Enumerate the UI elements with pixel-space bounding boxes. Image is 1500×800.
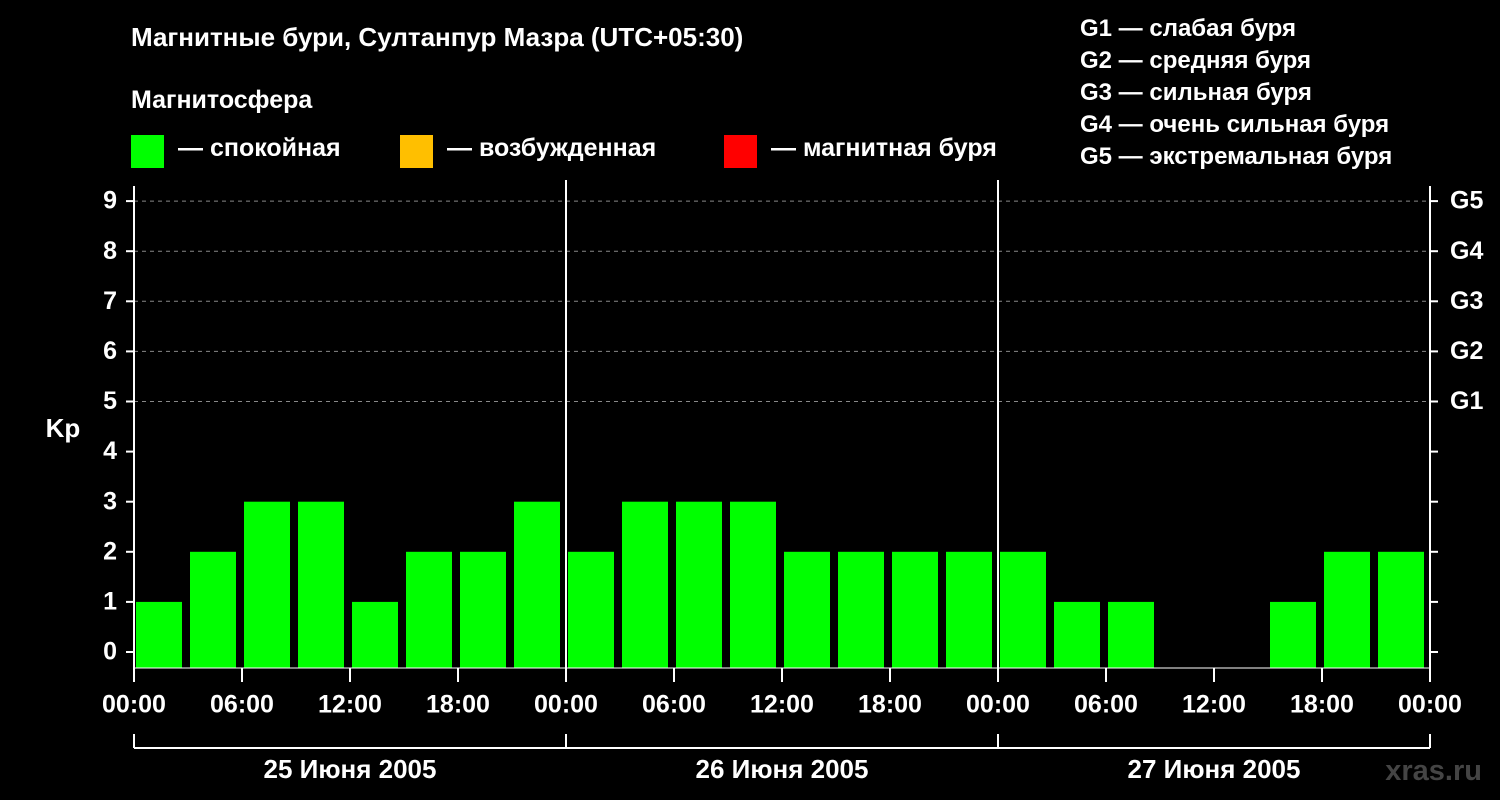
kp-bar	[1324, 551, 1370, 668]
y-tick-label: 3	[103, 487, 117, 515]
y-tick-label: 0	[103, 638, 117, 666]
y-axis-label: Kp	[46, 413, 81, 443]
kp-bar	[622, 501, 668, 668]
x-tick-label: 00:00	[1398, 691, 1462, 719]
x-tick-label: 18:00	[426, 691, 490, 719]
kp-bar	[946, 551, 992, 668]
x-tick-label: 12:00	[1182, 691, 1246, 719]
day-label: 25 Июня 2005	[264, 754, 437, 784]
kp-bar	[460, 551, 506, 668]
y-tick-label: 2	[103, 537, 117, 565]
y-tick-label: 8	[103, 237, 117, 265]
kp-bar	[1270, 601, 1316, 668]
kp-bar	[784, 551, 830, 668]
kp-bar	[1108, 601, 1154, 668]
day-label: 26 Июня 2005	[696, 754, 869, 784]
y-tick-label: 6	[103, 337, 117, 365]
kp-bar	[298, 501, 344, 668]
kp-bar	[892, 551, 938, 668]
kp-bar	[568, 551, 614, 668]
kp-bar	[352, 601, 398, 668]
x-tick-label: 06:00	[1074, 691, 1138, 719]
y-tick-label: 9	[103, 187, 117, 215]
kp-bar	[838, 551, 884, 668]
x-tick-label: 00:00	[102, 691, 166, 719]
y-tick-label: 7	[103, 287, 117, 315]
x-tick-label: 18:00	[1290, 691, 1354, 719]
kp-bar	[1054, 601, 1100, 668]
kp-bar	[1378, 551, 1424, 668]
watermark: xras.ru	[1385, 755, 1482, 787]
x-tick-label: 00:00	[534, 691, 598, 719]
kp-bar	[190, 551, 236, 668]
x-tick-label: 12:00	[750, 691, 814, 719]
g-tick-label: G5	[1450, 187, 1483, 215]
g-tick-label: G4	[1450, 237, 1483, 265]
x-tick-label: 06:00	[210, 691, 274, 719]
kp-chart: 0 1 2 3 4 5 6 7 8 9 G1 G2 G3 G4 G5 Kp 00:00 06:00 12:00 18:…	[46, 180, 1483, 784]
x-tick-label: 12:00	[318, 691, 382, 719]
x-tick-label: 18:00	[858, 691, 922, 719]
kp-bar	[676, 501, 722, 668]
kp-bar	[1000, 551, 1046, 668]
g-tick-label: G3	[1450, 287, 1483, 315]
g-tick-label: G2	[1450, 337, 1483, 365]
kp-bar	[244, 501, 290, 668]
x-tick-label: 06:00	[642, 691, 706, 719]
y-tick-label: 4	[103, 437, 117, 465]
kp-bar	[730, 501, 776, 668]
day-label: 27 Июня 2005	[1128, 754, 1301, 784]
y-tick-label: 1	[103, 588, 117, 616]
x-tick-label: 00:00	[966, 691, 1030, 719]
kp-bar	[514, 501, 560, 668]
kp-bar	[136, 601, 182, 668]
y-tick-label: 5	[103, 387, 117, 415]
kp-bar	[406, 551, 452, 668]
g-tick-label: G1	[1450, 387, 1483, 415]
